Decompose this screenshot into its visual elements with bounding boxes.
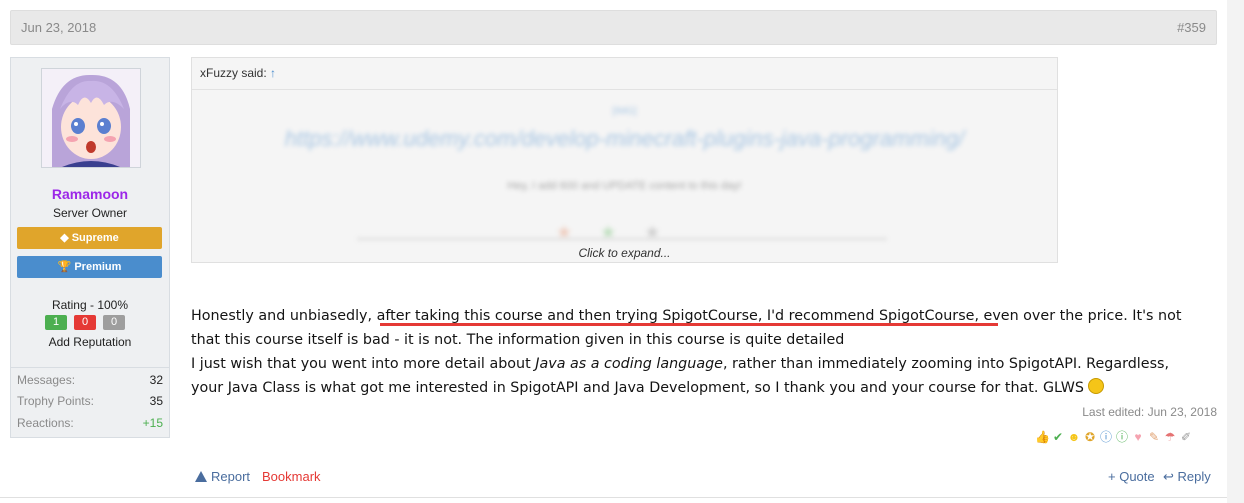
user-stats: Messages: 32 Trophy Points: 35 Reactions… bbox=[11, 367, 169, 430]
rating-stars-icon: ★ ★ ★ bbox=[556, 222, 661, 242]
message-body: Honestly and unbiasedly, after taking th… bbox=[191, 304, 1221, 400]
messages-label: Messages: bbox=[17, 373, 76, 387]
message-text: I just wish that you went into more deta… bbox=[191, 356, 536, 372]
negative-rating-count[interactable]: 0 bbox=[74, 315, 96, 330]
report-label: Report bbox=[211, 469, 251, 484]
messages-stat: Messages: 32 bbox=[17, 373, 163, 387]
quote-udemy-link[interactable]: https://www.udemy.com/develop-minecraft-… bbox=[192, 126, 1057, 152]
message-italic-text: Java as a coding language bbox=[535, 356, 723, 372]
post-header-bar: Jun 23, 2018 #359 bbox=[10, 10, 1217, 45]
supreme-banner-label: Supreme bbox=[71, 232, 119, 244]
friendly-icon[interactable]: ♥ bbox=[1131, 430, 1145, 444]
checkmark-icon[interactable]: ✔ bbox=[1051, 430, 1065, 444]
quote-image-tag: [IMG] bbox=[612, 106, 637, 117]
optimistic-icon[interactable]: ✎ bbox=[1147, 430, 1161, 444]
informative-icon[interactable]: ⓘ bbox=[1099, 430, 1113, 444]
messages-value: 32 bbox=[149, 373, 163, 387]
reputation-counts: 1 0 0 bbox=[45, 315, 125, 330]
avatar[interactable] bbox=[41, 68, 141, 168]
message-text: your Java Class is what got me intereste… bbox=[191, 380, 1089, 396]
neutral-rating-count[interactable]: 0 bbox=[103, 315, 125, 330]
trophy-points-label: Trophy Points: bbox=[17, 394, 94, 408]
reactions-label: Reactions: bbox=[17, 416, 74, 430]
reaction-icons: 👍 ✔ ☻ ✪ ⓘ ⓘ ♥ ✎ ☂ ✐ bbox=[1035, 430, 1193, 444]
user-info-panel: Ramamoon Server Owner ◆ Supreme 🏆 Premiu… bbox=[10, 57, 170, 438]
reactions-value: +15 bbox=[142, 416, 163, 430]
quote-author: xFuzzy said: bbox=[200, 66, 267, 80]
premium-banner: 🏆 Premium bbox=[17, 256, 162, 278]
useful-icon[interactable]: ⓘ bbox=[1115, 430, 1129, 444]
quote-blurred-text: Hey, I add 600 and UPDATE content to thi… bbox=[507, 180, 742, 192]
post-number-link[interactable]: #359 bbox=[1177, 20, 1206, 35]
reply-label: Reply bbox=[1177, 469, 1211, 484]
quote-block: xFuzzy said: ↑ [IMG] https://www.udemy.c… bbox=[191, 57, 1058, 263]
bookmark-button[interactable]: Bookmark bbox=[262, 469, 321, 484]
post-date[interactable]: Jun 23, 2018 bbox=[21, 20, 96, 35]
rating-label: Rating - 100% bbox=[51, 298, 129, 312]
rainbow-icon[interactable]: ☂ bbox=[1163, 430, 1177, 444]
message-text: Honestly and unbiasedly, bbox=[191, 308, 377, 324]
quote-button[interactable]: + Quote bbox=[1108, 469, 1155, 484]
quote-blurred-content: [IMG] https://www.udemy.com/develop-mine… bbox=[192, 90, 1057, 262]
quote-header: xFuzzy said: ↑ bbox=[200, 66, 276, 80]
click-to-expand[interactable]: Click to expand... bbox=[192, 246, 1057, 260]
trophy-points-stat: Trophy Points: 35 bbox=[17, 394, 163, 408]
thumbs-up-icon[interactable]: 👍 bbox=[1035, 430, 1050, 444]
jump-to-quote-icon[interactable]: ↑ bbox=[270, 66, 276, 80]
scrollbar-track[interactable] bbox=[1227, 0, 1244, 503]
user-title: Server Owner bbox=[52, 206, 128, 220]
smiley-icon bbox=[1088, 378, 1105, 394]
creative-icon[interactable]: ✐ bbox=[1179, 430, 1193, 444]
trophy-icon: 🏆 bbox=[57, 261, 72, 273]
trophy-points-value[interactable]: 35 bbox=[150, 394, 163, 408]
reactions-stat: Reactions: +15 bbox=[17, 416, 163, 430]
username[interactable]: Ramamoon bbox=[11, 186, 169, 202]
funny-icon[interactable]: ☻ bbox=[1067, 430, 1081, 444]
winner-icon[interactable]: ✪ bbox=[1083, 430, 1097, 444]
diamond-icon: ◆ bbox=[60, 232, 69, 244]
premium-banner-label: Premium bbox=[74, 261, 122, 273]
warning-icon bbox=[195, 471, 207, 482]
message-text: , rather than immediately zooming into S… bbox=[722, 356, 1170, 372]
last-edited: Last edited: Jun 23, 2018 bbox=[1082, 405, 1217, 419]
message-highlighted-text: after taking this course and then trying… bbox=[376, 308, 975, 324]
message-text: that this course itself is bad - it is n… bbox=[191, 332, 845, 348]
reply-icon: ↩ bbox=[1163, 469, 1174, 484]
add-reputation-link[interactable]: Add Reputation bbox=[11, 335, 169, 349]
supreme-banner: ◆ Supreme bbox=[17, 227, 162, 249]
red-underline-annotation bbox=[380, 323, 998, 326]
report-button[interactable]: Report bbox=[195, 469, 250, 484]
message-text: , even over the price. It's not bbox=[974, 308, 1182, 324]
reply-button[interactable]: ↩ Reply bbox=[1163, 469, 1211, 485]
positive-rating-count[interactable]: 1 bbox=[45, 315, 67, 330]
